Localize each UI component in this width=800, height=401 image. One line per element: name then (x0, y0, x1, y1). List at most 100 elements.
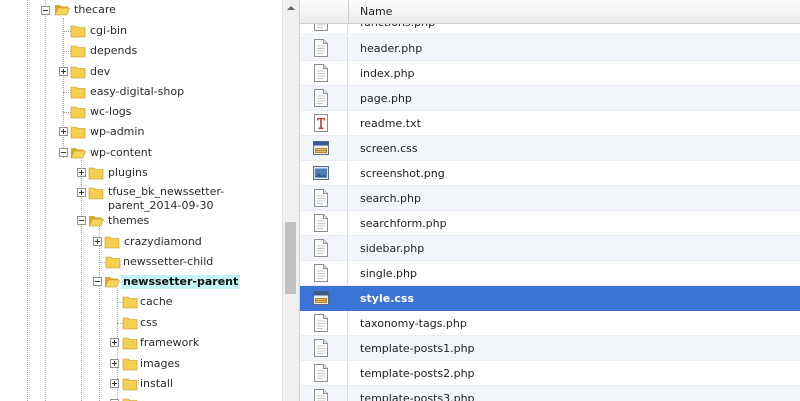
tree-node-tfuse-bk-backup[interactable]: tfuse_bk_newssetter- parent_2014-09-30 (76, 184, 276, 214)
expand-toggle-icon[interactable] (59, 127, 68, 136)
tree-label: newssetter-child (123, 255, 214, 268)
file-name: single.php (360, 267, 417, 280)
file-row[interactable]: template-posts3.php (300, 386, 800, 401)
tree-node-thecare[interactable]: thecare (40, 2, 240, 20)
tree-node-easy-digital-shop[interactable]: easy-digital-shop (70, 83, 270, 101)
folder-icon (70, 106, 86, 119)
tree-label: easy-digital-shop (90, 85, 185, 98)
file-row[interactable]: page.php (300, 86, 800, 111)
file-icon-cell (300, 111, 348, 135)
tree-node-crazydiamond[interactable]: crazydiamond (92, 233, 282, 251)
expand-toggle-icon[interactable] (110, 379, 119, 388)
file-icon-cell (300, 361, 348, 385)
file-name: readme.txt (360, 117, 421, 130)
file-icon-cell (300, 386, 348, 401)
file-icon-cell (300, 311, 348, 335)
file-name: header.php (360, 42, 423, 55)
tree-label: css (140, 316, 158, 329)
tree-node-dev[interactable]: dev (58, 63, 258, 81)
tree-node-themes[interactable]: themes (76, 212, 276, 230)
tree-node-newssetter-parent[interactable]: newssetter-parent (92, 273, 282, 291)
file-row[interactable]: template-posts1.php (300, 336, 800, 361)
file-name: searchform.php (360, 217, 447, 230)
tree-node-cache[interactable]: cache (122, 293, 282, 311)
tree-node-wp-content[interactable]: wp-content (58, 144, 258, 162)
tree-label: plugins (108, 166, 148, 179)
tree-label: depends (90, 44, 138, 57)
expand-toggle-icon[interactable] (77, 168, 86, 177)
tree-label: crazydiamond (124, 235, 202, 248)
expand-toggle-icon[interactable] (93, 237, 102, 246)
tree-node-depends[interactable]: depends (70, 42, 270, 60)
file-icon-cell (300, 136, 348, 160)
scroll-up-arrow-icon[interactable] (283, 0, 299, 17)
file-name: template-posts2.php (360, 367, 475, 380)
php-file-icon (313, 64, 329, 82)
tree-node-framework[interactable]: framework (110, 334, 280, 352)
file-row[interactable]: header.php (300, 36, 800, 61)
file-list-header: Name (300, 0, 800, 24)
tree-node-newssetter-child[interactable]: newssetter-child (105, 253, 282, 271)
file-row-selected[interactable]: style.css (300, 286, 800, 311)
tree-node-partial[interactable] (110, 395, 280, 401)
tree-node-install[interactable]: install (110, 375, 280, 393)
file-row[interactable]: index.php (300, 61, 800, 86)
folder-icon (122, 378, 138, 391)
php-file-icon (313, 389, 329, 401)
tree-node-cgi-bin[interactable]: cgi-bin (70, 22, 270, 40)
tree-node-wc-logs[interactable]: wc-logs (70, 103, 270, 121)
name-column-header[interactable]: Name (360, 5, 392, 18)
folder-icon (70, 25, 86, 38)
icon-column-header[interactable] (300, 0, 349, 23)
tree-node-plugins[interactable]: plugins (76, 164, 276, 182)
collapse-toggle-icon[interactable] (93, 277, 102, 286)
collapse-toggle-icon[interactable] (77, 216, 86, 225)
tree-node-images[interactable]: images (110, 355, 280, 373)
tree-vertical-scrollbar[interactable] (282, 0, 299, 401)
folder-icon (122, 358, 138, 371)
folder-icon (70, 45, 86, 58)
php-file-icon (313, 314, 329, 332)
tree-label: cgi-bin (90, 24, 128, 37)
file-row[interactable]: sidebar.php (300, 236, 800, 261)
scrollbar-thumb[interactable] (285, 222, 296, 294)
file-row[interactable]: template-posts2.php (300, 361, 800, 386)
file-icon-cell (300, 186, 348, 210)
expand-toggle-icon[interactable] (77, 188, 86, 197)
file-list: Name functions.phpheader.phpindex.phppag… (299, 0, 800, 401)
folder-icon (122, 296, 138, 309)
file-name: template-posts1.php (360, 342, 475, 355)
tree-label: dev (90, 65, 111, 78)
file-row[interactable]: search.php (300, 186, 800, 211)
tree-label: wp-admin (90, 125, 145, 138)
tree-node-wp-admin[interactable]: wp-admin (58, 123, 258, 141)
tree-label-line1: tfuse_bk_newssetter- (108, 185, 225, 198)
tree-label: thecare (74, 3, 116, 16)
tree-label: images (140, 357, 180, 370)
collapse-toggle-icon[interactable] (41, 6, 50, 15)
file-row[interactable]: searchform.php (300, 211, 800, 236)
folder-open-icon (88, 216, 104, 227)
folder-icon (88, 167, 104, 180)
file-row[interactable]: readme.txt (300, 111, 800, 136)
file-row[interactable]: screen.css (300, 136, 800, 161)
tree-node-css[interactable]: css (122, 314, 282, 332)
expand-toggle-icon[interactable] (59, 67, 68, 76)
file-icon-cell (300, 261, 348, 285)
css-file-icon (313, 289, 329, 307)
file-name: style.css (360, 292, 415, 305)
php-file-icon (313, 189, 329, 207)
file-name: template-posts3.php (360, 392, 475, 401)
php-file-icon (313, 214, 329, 232)
file-name: taxonomy-tags.php (360, 317, 467, 330)
tree-label: themes (108, 214, 150, 227)
php-file-icon (313, 239, 329, 257)
expand-toggle-icon[interactable] (110, 359, 119, 368)
collapse-toggle-icon[interactable] (59, 148, 68, 157)
file-row[interactable]: single.php (300, 261, 800, 286)
expand-toggle-icon[interactable] (110, 338, 119, 347)
file-row[interactable]: taxonomy-tags.php (300, 311, 800, 336)
file-name: index.php (360, 67, 415, 80)
file-row[interactable]: screenshot.png (300, 161, 800, 186)
php-file-icon (313, 339, 329, 357)
